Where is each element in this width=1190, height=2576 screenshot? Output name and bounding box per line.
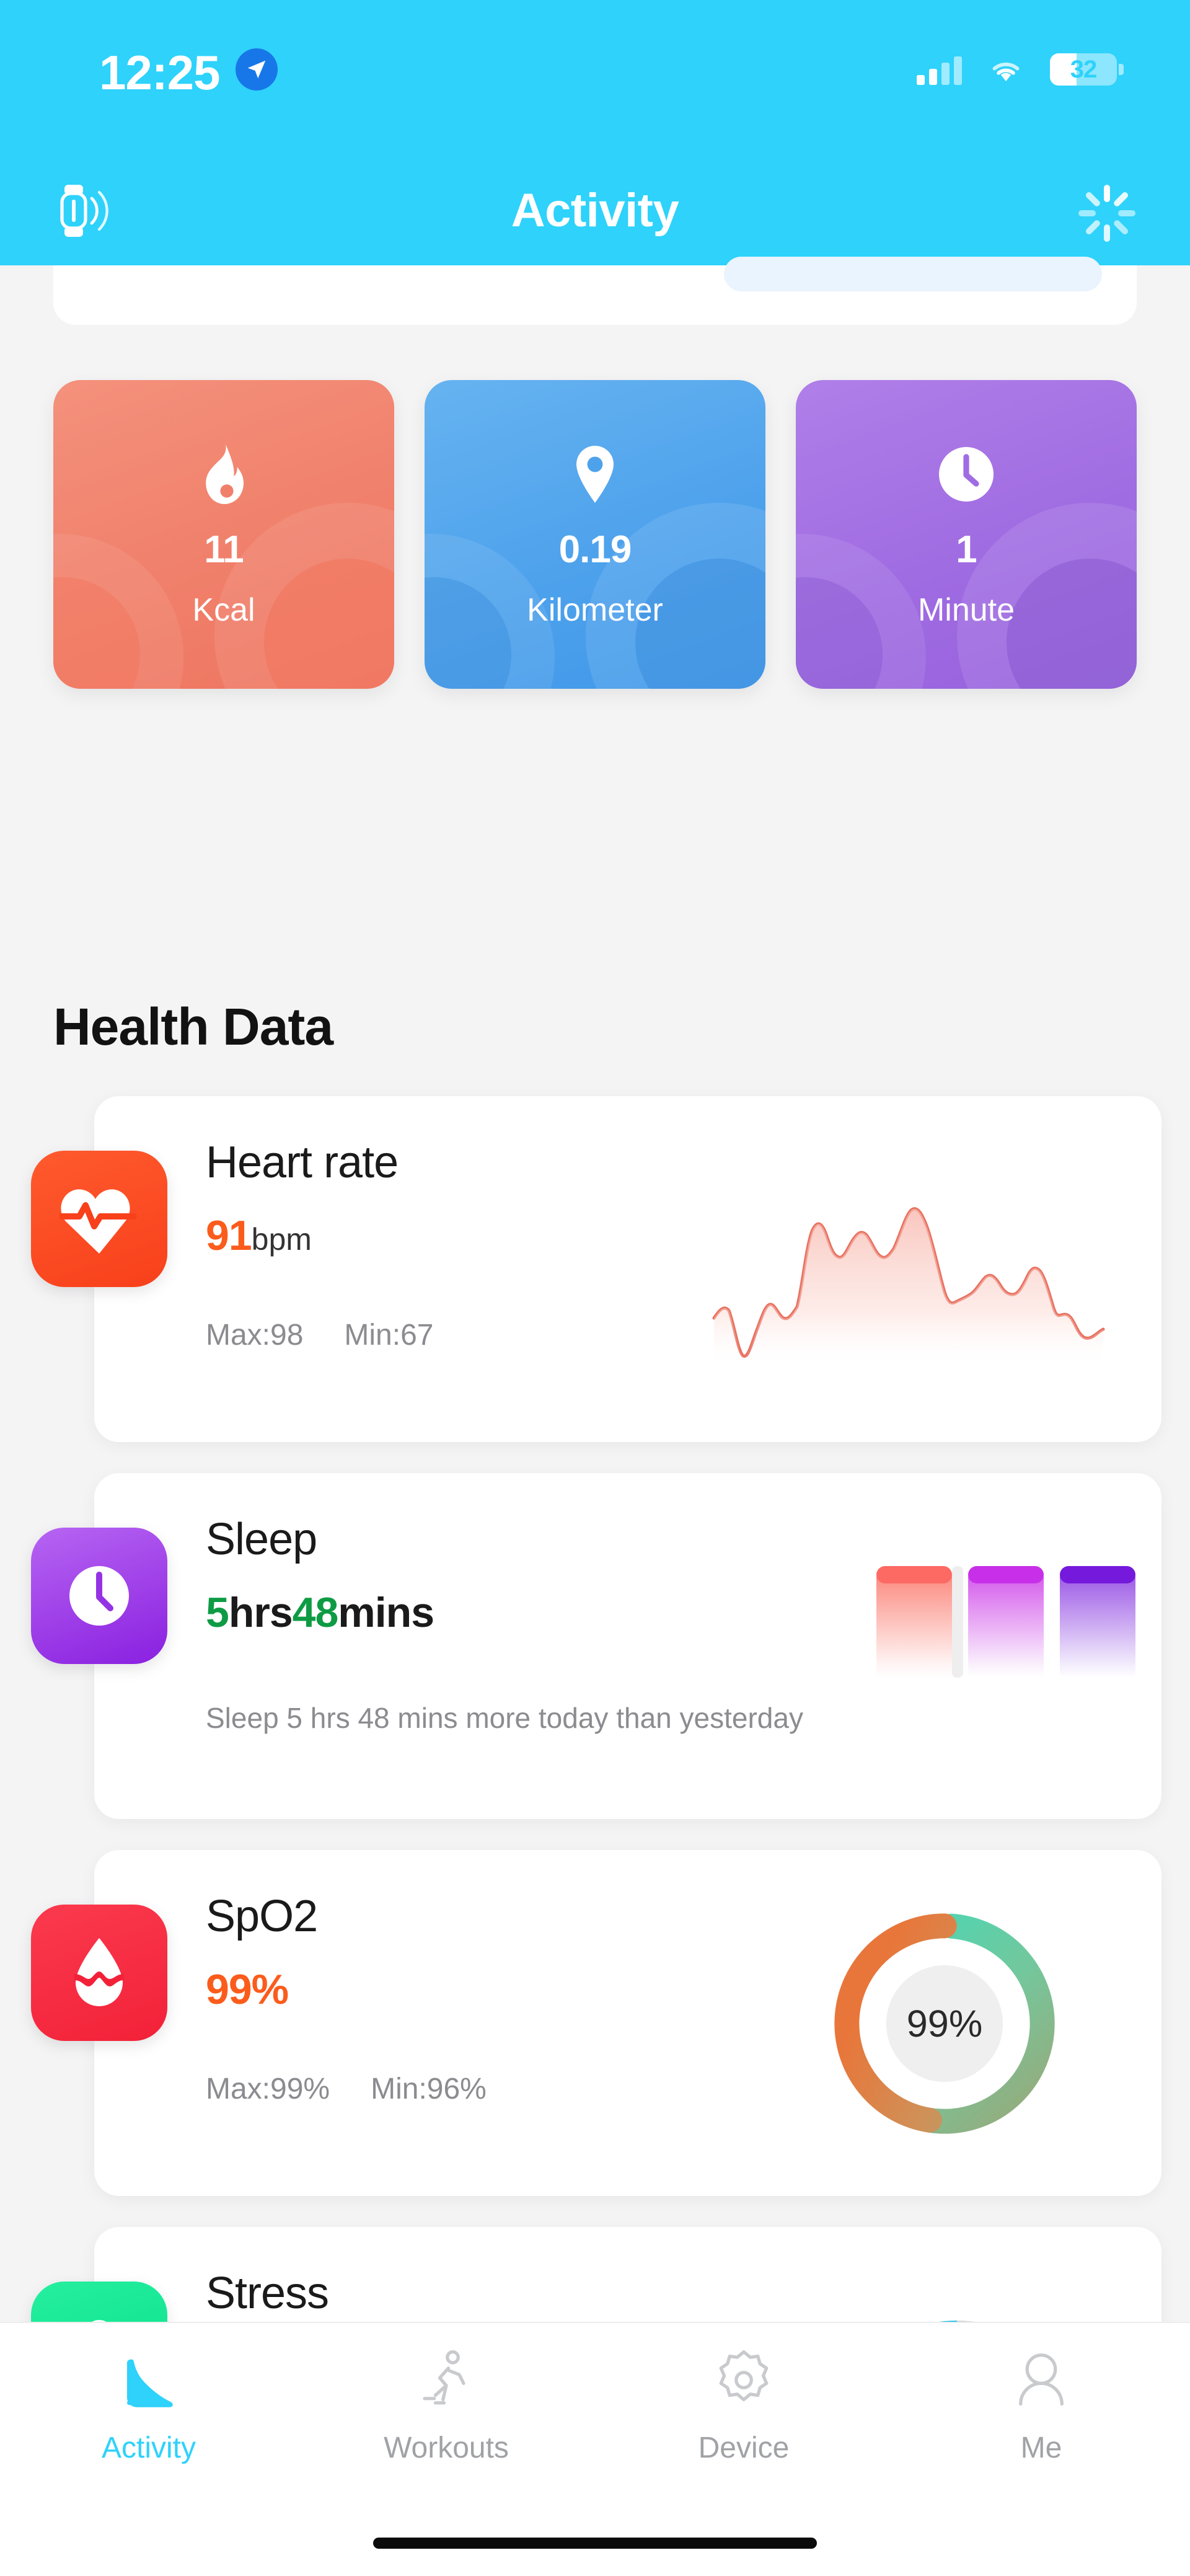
tab-me[interactable]: Me (892, 2345, 1190, 2484)
clock-icon (31, 1528, 167, 1664)
health-card-title: Sleep (206, 1514, 317, 1565)
heart-pulse-icon (31, 1151, 167, 1287)
blood-drop-icon (31, 1905, 167, 2041)
tab-device[interactable]: Device (595, 2345, 892, 2484)
battery-percent-label: 32 (1050, 56, 1117, 84)
spo2-value: 99% (206, 1965, 288, 2014)
health-card-heart-rate[interactable]: Heart rate 91 bpm Max:98 Min:67 (94, 1096, 1161, 1442)
location-pin-icon (566, 445, 624, 504)
sleep-hours-label: hrs (229, 1588, 293, 1637)
gear-icon (709, 2345, 778, 2415)
sleep-mins-value: 48 (293, 1588, 338, 1637)
heart-rate-min: Min:67 (344, 1318, 433, 1352)
heart-rate-value-row: 91 bpm (206, 1211, 312, 1260)
health-card-sleep[interactable]: Sleep 5 hrs 48 mins Sleep 5 hrs 48 mins … (94, 1473, 1161, 1819)
navigation-arrow-icon (236, 48, 278, 91)
tile-kcal-value: 11 (204, 528, 244, 572)
scroll-content: 11 Kcal 0.19 Kilometer (0, 265, 1190, 2299)
tile-kcal[interactable]: 11 Kcal (53, 380, 394, 689)
heart-rate-max: Max:98 (206, 1318, 303, 1352)
bottom-tab-bar: Activity Workouts Device (0, 2322, 1190, 2576)
status-bar-indicators: 32 (917, 53, 1117, 86)
spo2-min: Min:96% (371, 2072, 487, 2106)
sleep-bar (968, 1566, 1044, 1678)
section-title-health-data: Health Data (53, 997, 333, 1057)
person-icon (1007, 2345, 1076, 2415)
sleep-mins-label: mins (338, 1588, 434, 1637)
tab-label: Activity (102, 2431, 196, 2465)
status-bar-time: 12:25 (99, 45, 220, 101)
sleep-bar (876, 1566, 952, 1678)
sleep-value-row: 5 hrs 48 mins (206, 1588, 434, 1637)
tile-minute-label: Minute (918, 591, 1015, 629)
sleep-bar (1060, 1566, 1135, 1678)
spo2-ring-center-label: 99% (907, 2003, 982, 2045)
spo2-value-row: 99% (206, 1965, 288, 2014)
tile-minute[interactable]: 1 Minute (796, 380, 1137, 689)
loading-spinner-icon[interactable] (1077, 184, 1137, 241)
heart-rate-minmax: Max:98 Min:67 (206, 1318, 433, 1352)
tab-label: Workouts (384, 2431, 509, 2465)
home-indicator (373, 2538, 817, 2549)
tab-label: Device (699, 2431, 790, 2465)
spo2-minmax: Max:99% Min:96% (206, 2072, 487, 2106)
tile-kilometer[interactable]: 0.19 Kilometer (425, 380, 765, 689)
sleep-hours-value: 5 (206, 1588, 229, 1637)
running-shoe-icon (114, 2345, 183, 2415)
heart-rate-sparkline-chart (690, 1096, 1161, 1442)
tile-kilometer-value: 0.19 (559, 528, 632, 572)
partial-card-pill (724, 257, 1102, 291)
tile-kilometer-label: Kilometer (527, 591, 663, 629)
clock-icon (938, 445, 995, 504)
status-bar: 12:25 32 (0, 0, 1190, 154)
spo2-max: Max:99% (206, 2072, 330, 2106)
health-card-title: Stress (206, 2268, 328, 2319)
health-card-title: Heart rate (206, 1137, 398, 1188)
tab-label: Me (1021, 2431, 1062, 2465)
summary-tiles: 11 Kcal 0.19 Kilometer (53, 380, 1137, 689)
wifi-icon (987, 55, 1025, 84)
spo2-donut-chart: 99% (690, 1850, 1161, 2196)
health-card-title: SpO2 (206, 1891, 317, 1942)
sleep-bar-chart (690, 1473, 1161, 1819)
heart-rate-unit: bpm (252, 1221, 312, 1257)
cellular-signal-icon (917, 54, 962, 85)
partial-steps-card[interactable] (53, 265, 1137, 325)
app-header: Activity (0, 154, 1190, 265)
page-title: Activity (0, 184, 1190, 237)
battery-indicator: 32 (1050, 53, 1117, 86)
tile-minute-value: 1 (956, 528, 976, 572)
tab-workouts[interactable]: Workouts (298, 2345, 595, 2484)
health-card-spo2[interactable]: SpO2 99% Max:99% Min:96% (94, 1850, 1161, 2196)
tab-activity[interactable]: Activity (0, 2345, 298, 2484)
runner-icon (412, 2345, 481, 2415)
flame-icon (195, 445, 252, 504)
tile-kcal-label: Kcal (192, 591, 255, 629)
heart-rate-value: 91 (206, 1211, 252, 1260)
phone-screen: 12:25 32 (0, 0, 1190, 2576)
